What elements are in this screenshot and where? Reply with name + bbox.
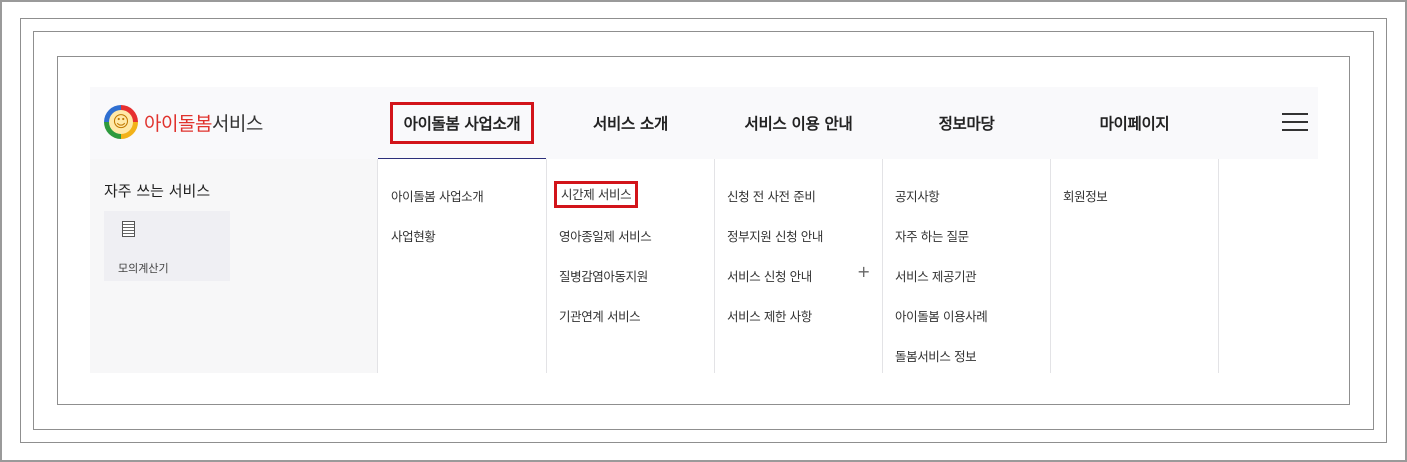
submenu-column-business: 아이돌봄 사업소개 사업현황 (378, 159, 547, 373)
submenu-item[interactable]: 영아종일제 서비스 (559, 226, 652, 245)
submenu-item[interactable]: 서비스 제공기관 (895, 266, 977, 285)
submenu-item[interactable]: 정부지원 신청 안내 (727, 226, 823, 245)
submenu-item[interactable]: 아이돌봄 사업소개 (391, 186, 484, 205)
submenu-item[interactable]: 회원정보 (1063, 186, 1108, 205)
site-logo[interactable]: ☺ 아이돌봄서비스 (104, 105, 263, 139)
submenu-item[interactable]: 신청 전 사전 준비 (727, 186, 816, 205)
submenu-item[interactable]: 질병감염아동지원 (559, 266, 648, 285)
submenu-column-empty (1219, 159, 1318, 373)
submenu-item[interactable]: 돌봄서비스 정보 (895, 346, 977, 365)
expand-plus-icon[interactable]: + (857, 262, 870, 281)
submenu-item-hourly-service[interactable]: 시간제 서비스 (554, 181, 639, 208)
nav-info[interactable]: 정보마당 (883, 87, 1050, 159)
submenu-item[interactable]: 서비스 신청 안내 (727, 266, 812, 285)
website-screenshot: ☺ 아이돌봄서비스 아이돌봄 사업소개 서비스 소개 서비스 이용 안내 정보마… (90, 87, 1318, 373)
favorites-title: 자주 쓰는 서비스 (104, 182, 211, 200)
submenu-column-mypage: 회원정보 (1051, 159, 1219, 373)
favorite-item-label: 모의계산기 (118, 262, 169, 275)
submenu-item[interactable]: 사업현황 (391, 226, 436, 245)
hamburger-menu-icon[interactable] (1282, 111, 1308, 133)
submenu-item[interactable]: 아이돌봄 이용사례 (895, 306, 988, 325)
calculator-icon (122, 221, 135, 237)
submenu-item[interactable]: 자주 하는 질문 (895, 226, 969, 245)
nav-service-intro[interactable]: 서비스 소개 (547, 87, 714, 159)
favorites-column: 자주 쓰는 서비스 모의계산기 (90, 159, 378, 373)
mega-menu-panel: 자주 쓰는 서비스 모의계산기 아이돌봄 사업소개 사업현황 시간제 서비스 영… (90, 159, 1318, 373)
smiley-logo-icon: ☺ (104, 105, 138, 139)
logo-text-dark: 서비스 (211, 112, 263, 135)
logo-text-red: 아이돌봄 (144, 112, 212, 135)
submenu-item[interactable]: 기관연계 서비스 (559, 306, 641, 325)
submenu-column-guide: 신청 전 사전 준비 정부지원 신청 안내 서비스 신청 안내 + 서비스 제한… (715, 159, 883, 373)
submenu-column-info: 공지사항 자주 하는 질문 서비스 제공기관 아이돌봄 이용사례 돌봄서비스 정… (883, 159, 1051, 373)
nav-service-guide[interactable]: 서비스 이용 안내 (715, 87, 882, 159)
favorite-item-calculator[interactable]: 모의계산기 (104, 211, 230, 281)
site-header: ☺ 아이돌봄서비스 아이돌봄 사업소개 서비스 소개 서비스 이용 안내 정보마… (90, 87, 1318, 160)
submenu-item[interactable]: 공지사항 (895, 186, 940, 205)
nav-business-intro[interactable]: 아이돌봄 사업소개 (378, 87, 546, 159)
submenu-item[interactable]: 서비스 제한 사항 (727, 306, 812, 325)
submenu-column-service: 시간제 서비스 영아종일제 서비스 질병감염아동지원 기관연계 서비스 (547, 159, 715, 373)
nav-mypage[interactable]: 마이페이지 (1051, 87, 1218, 159)
